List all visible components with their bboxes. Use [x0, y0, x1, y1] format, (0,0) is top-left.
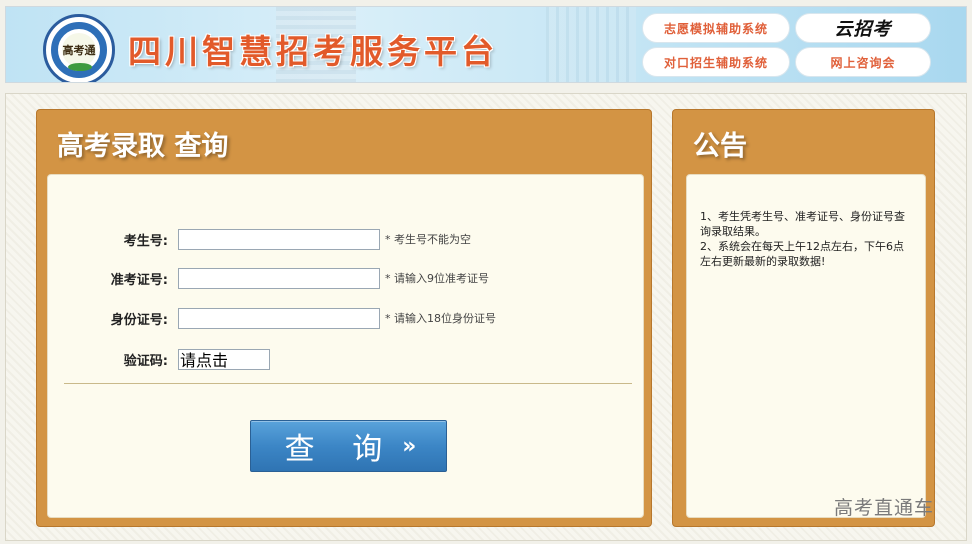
logo-text: 高考通	[62, 33, 96, 67]
id-card-input[interactable]	[178, 307, 380, 329]
id-card-hint: * 请输入18位身份证号	[385, 312, 496, 325]
form-divider	[64, 383, 632, 384]
captcha-button[interactable]: 请点击	[178, 348, 270, 370]
id-card-row: 身份证号: * 请输入18位身份证号	[48, 307, 496, 329]
admission-ticket-row: 准考证号: * 请输入9位准考证号	[48, 267, 489, 289]
site-title: 四川智慧招考服务平台	[128, 32, 498, 71]
exam-number-input[interactable]	[178, 228, 380, 250]
id-card-label: 身份证号:	[110, 312, 168, 328]
captcha-label: 验证码:	[123, 353, 168, 369]
watermark: 高考直通车	[834, 497, 935, 519]
double-chevron-right-icon: ››	[402, 433, 416, 459]
notice-panel-title: 公告	[693, 131, 747, 162]
header-banner: 高考通 四川智慧招考服务平台 志愿模拟辅助系统 云招考 对口招生辅助系统 网上咨…	[5, 6, 967, 83]
query-form: 考生号: * 考生号不能为空 准考证号: * 请输入9位准考证号 身份证号: *…	[47, 174, 644, 518]
volunteer-system-link[interactable]: 志愿模拟辅助系统	[642, 13, 790, 43]
banner-background-pattern	[546, 7, 636, 82]
site-logo[interactable]: 高考通	[43, 14, 115, 82]
notice-item: 1、考生凭考生号、准考证号、身份证号查询录取结果。	[700, 210, 905, 238]
admission-ticket-hint: * 请输入9位准考证号	[385, 272, 489, 285]
query-submit-label: 查 询	[284, 432, 397, 467]
notice-list: 1、考生凭考生号、准考证号、身份证号查询录取结果。 2、系统会在每天上午12点左…	[700, 209, 910, 269]
admission-ticket-label: 准考证号:	[110, 272, 168, 288]
counterpart-system-link[interactable]: 对口招生辅助系统	[642, 47, 790, 77]
exam-number-hint: * 考生号不能为空	[385, 233, 471, 246]
exam-number-row: 考生号: * 考生号不能为空	[48, 228, 471, 250]
notice-content: 1、考生凭考生号、准考证号、身份证号查询录取结果。 2、系统会在每天上午12点左…	[686, 174, 926, 518]
notice-panel: 公告 1、考生凭考生号、准考证号、身份证号查询录取结果。 2、系统会在每天上午1…	[672, 109, 935, 527]
query-panel: 高考录取 查询 考生号: * 考生号不能为空 准考证号: * 请输入9位准考证号…	[36, 109, 652, 527]
brand-link[interactable]: 云招考	[795, 13, 931, 43]
online-consult-link[interactable]: 网上咨询会	[795, 47, 931, 77]
notice-item: 2、系统会在每天上午12点左右，下午6点左右更新最新的录取数据!	[700, 240, 904, 268]
query-submit-button[interactable]: 查 询 ››	[250, 420, 447, 472]
exam-number-label: 考生号:	[123, 233, 168, 249]
admission-ticket-input[interactable]	[178, 267, 380, 289]
captcha-row: 验证码: 请点击	[48, 348, 270, 370]
logo-leaf-icon	[68, 63, 92, 71]
query-panel-title: 高考录取 查询	[57, 131, 229, 162]
